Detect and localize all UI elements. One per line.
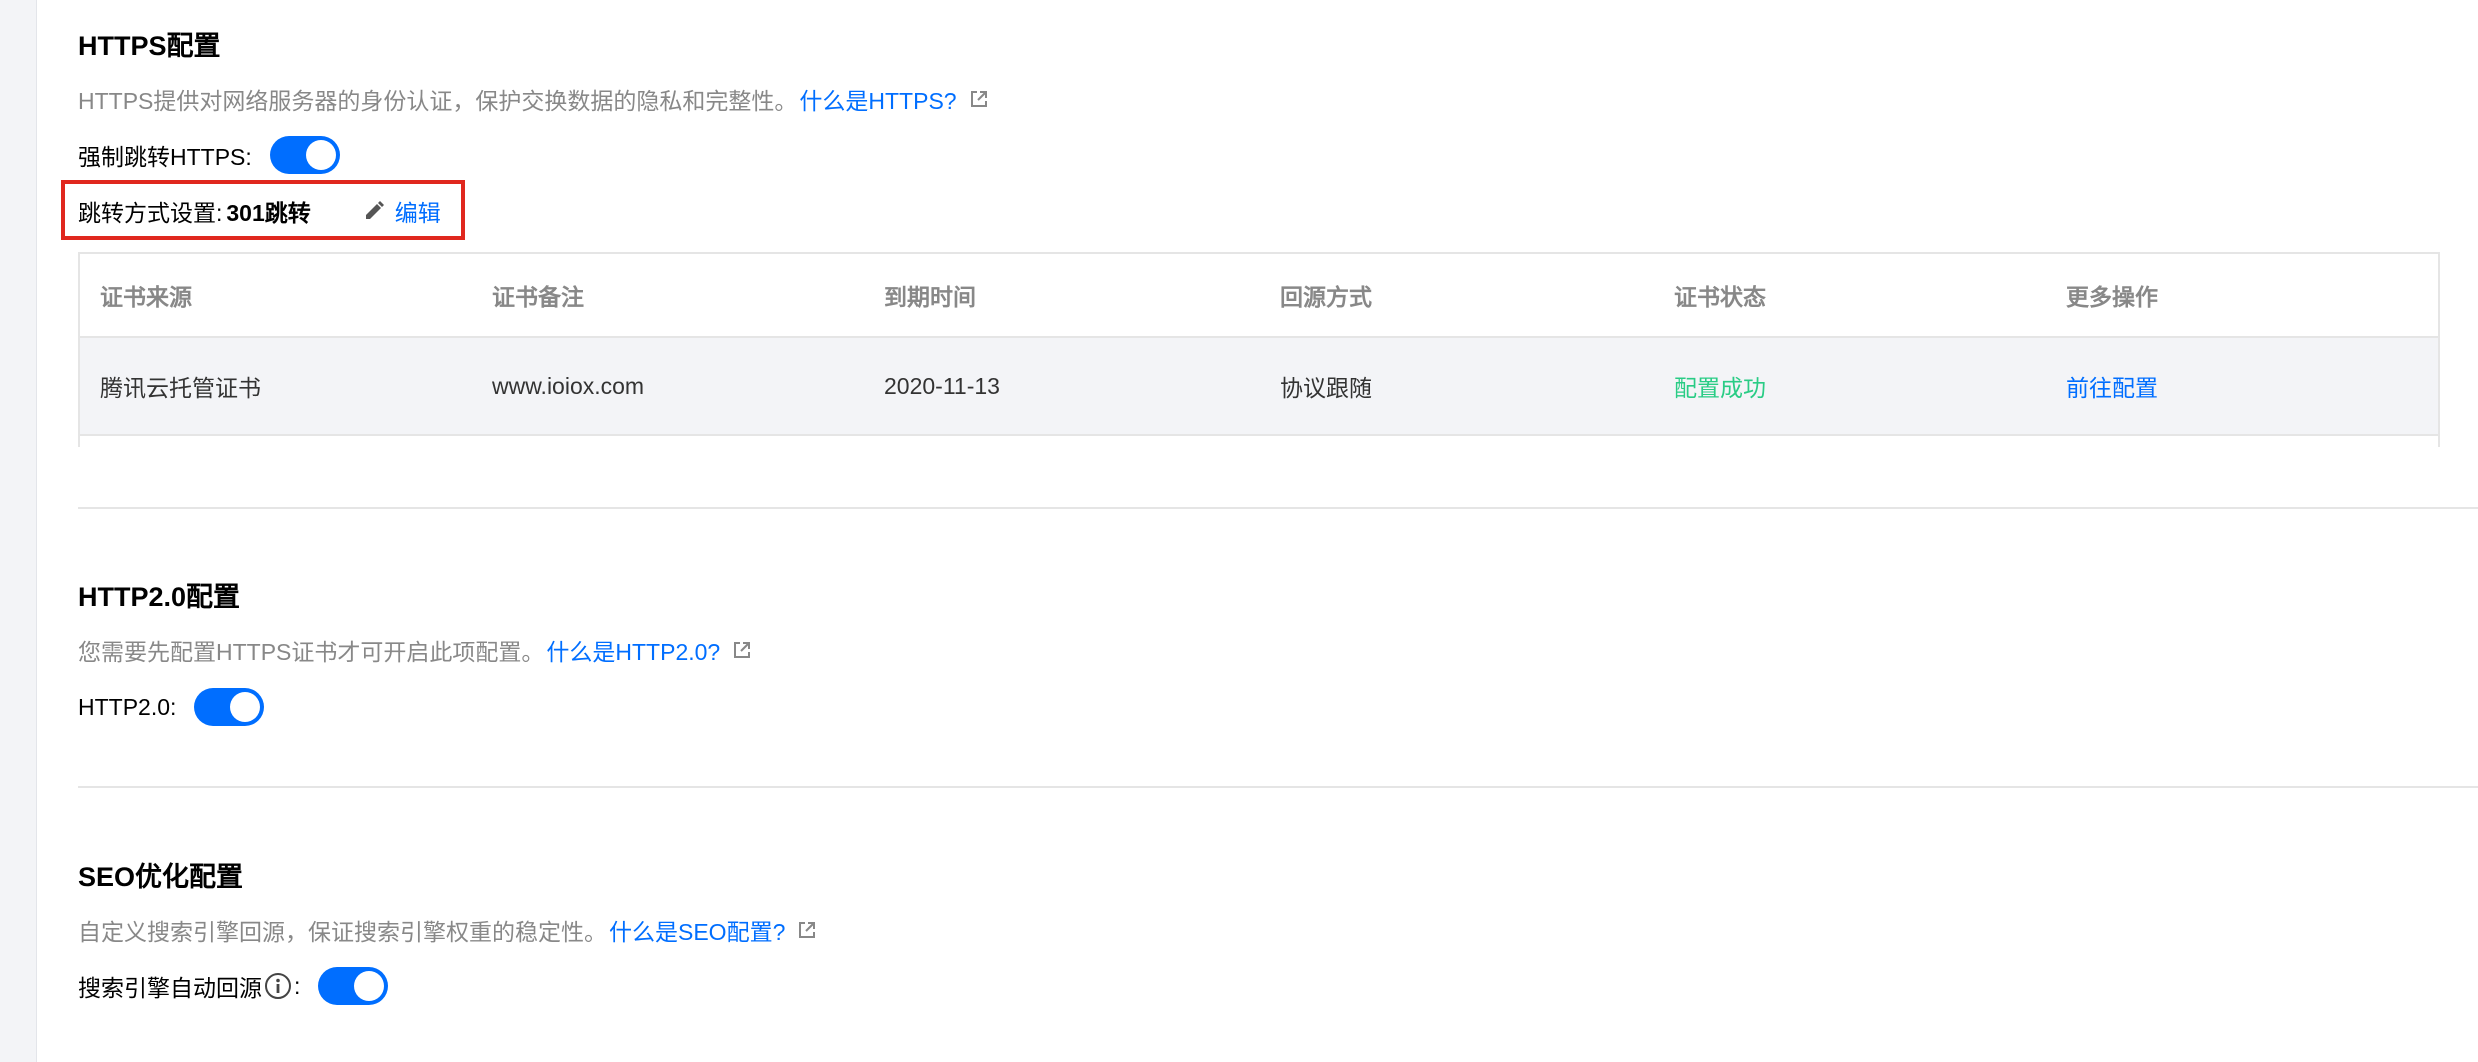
section-divider: [78, 786, 2478, 788]
column-header: 到期时间: [884, 284, 976, 310]
pencil-icon: [365, 201, 384, 219]
column-header: 证书来源: [100, 284, 192, 310]
external-link-icon[interactable]: [797, 920, 817, 940]
edit-label: 编辑: [394, 200, 441, 226]
seo-description: 自定义搜索引擎回源，保证搜索引擎权重的稳定性。 什么是SEO配置?: [78, 913, 817, 947]
table-footer: [80, 434, 2438, 447]
http2-toggle-label: HTTP2.0:: [78, 693, 177, 720]
column-header: 证书备注: [492, 284, 584, 310]
column-header: 证书状态: [1674, 284, 1766, 310]
edit-redirect-button[interactable]: 编辑: [363, 194, 441, 228]
http2-help-link[interactable]: 什么是HTTP2.0?: [546, 633, 720, 667]
cert-status-cell: 配置成功: [1674, 375, 1766, 401]
seo-description-text: 自定义搜索引擎回源，保证搜索引擎权重的稳定性。: [78, 919, 607, 945]
certificate-table: 证书来源 证书备注 到期时间 回源方式 证书状态 更多操作 腾讯云托管证书 ww…: [78, 252, 2440, 447]
seo-section-title: SEO优化配置: [78, 862, 244, 892]
force-https-label: 强制跳转HTTPS:: [78, 144, 252, 170]
https-description: HTTPS提供对网络服务器的身份认证，保护交换数据的隐私和完整性。 什么是HTT…: [78, 82, 989, 116]
https-help-link[interactable]: 什么是HTTPS?: [799, 82, 956, 116]
https-section-title: HTTPS配置: [78, 31, 221, 61]
seo-toggle-label: 搜索引擎自动回源: [78, 975, 262, 1001]
seo-toggle[interactable]: [318, 967, 389, 1005]
origin-mode-cell: 协议跟随: [1280, 375, 1372, 401]
column-header: 更多操作: [2066, 284, 2158, 310]
http2-description-text: 您需要先配置HTTPS证书才可开启此项配置。: [78, 639, 545, 665]
seo-toggle-colon: :: [294, 972, 301, 999]
left-sidebar-strip: [0, 0, 37, 1062]
http2-description: 您需要先配置HTTPS证书才可开启此项配置。 什么是HTTP2.0?: [78, 633, 752, 667]
cert-source-cell: 腾讯云托管证书: [100, 375, 261, 401]
section-divider: [78, 507, 2478, 509]
redirect-setting-row: 跳转方式设置: 301跳转 编辑: [78, 194, 441, 228]
toggle-knob: [305, 140, 336, 170]
seo-help-link[interactable]: 什么是SEO配置?: [609, 913, 785, 947]
http2-toggle[interactable]: [194, 688, 265, 726]
redirect-value: 301跳转: [226, 200, 311, 226]
https-description-text: HTTPS提供对网络服务器的身份认证，保护交换数据的隐私和完整性。: [78, 88, 798, 114]
http2-section-title: HTTP2.0配置: [78, 582, 241, 612]
column-header: 回源方式: [1280, 284, 1372, 310]
goto-config-link[interactable]: 前往配置: [2066, 369, 2158, 403]
external-link-icon[interactable]: [732, 640, 752, 660]
http2-toggle-row: HTTP2.0:: [78, 688, 265, 726]
toggle-knob: [230, 692, 261, 722]
external-link-icon[interactable]: [969, 89, 989, 109]
force-https-toggle[interactable]: [269, 136, 340, 174]
seo-toggle-row: 搜索引擎自动回源 :: [78, 967, 389, 1005]
info-icon[interactable]: [264, 972, 292, 1000]
force-https-row: 强制跳转HTTPS:: [78, 136, 340, 174]
table-header: 证书来源 证书备注 到期时间 回源方式 证书状态 更多操作: [80, 254, 2438, 338]
cert-expiry-cell: 2020-11-13: [884, 372, 1000, 399]
table-row: 腾讯云托管证书 www.ioiox.com 2020-11-13 协议跟随 配置…: [80, 338, 2438, 434]
cert-note-cell: www.ioiox.com: [492, 372, 645, 399]
redirect-label: 跳转方式设置:: [78, 200, 223, 226]
toggle-knob: [354, 971, 385, 1001]
